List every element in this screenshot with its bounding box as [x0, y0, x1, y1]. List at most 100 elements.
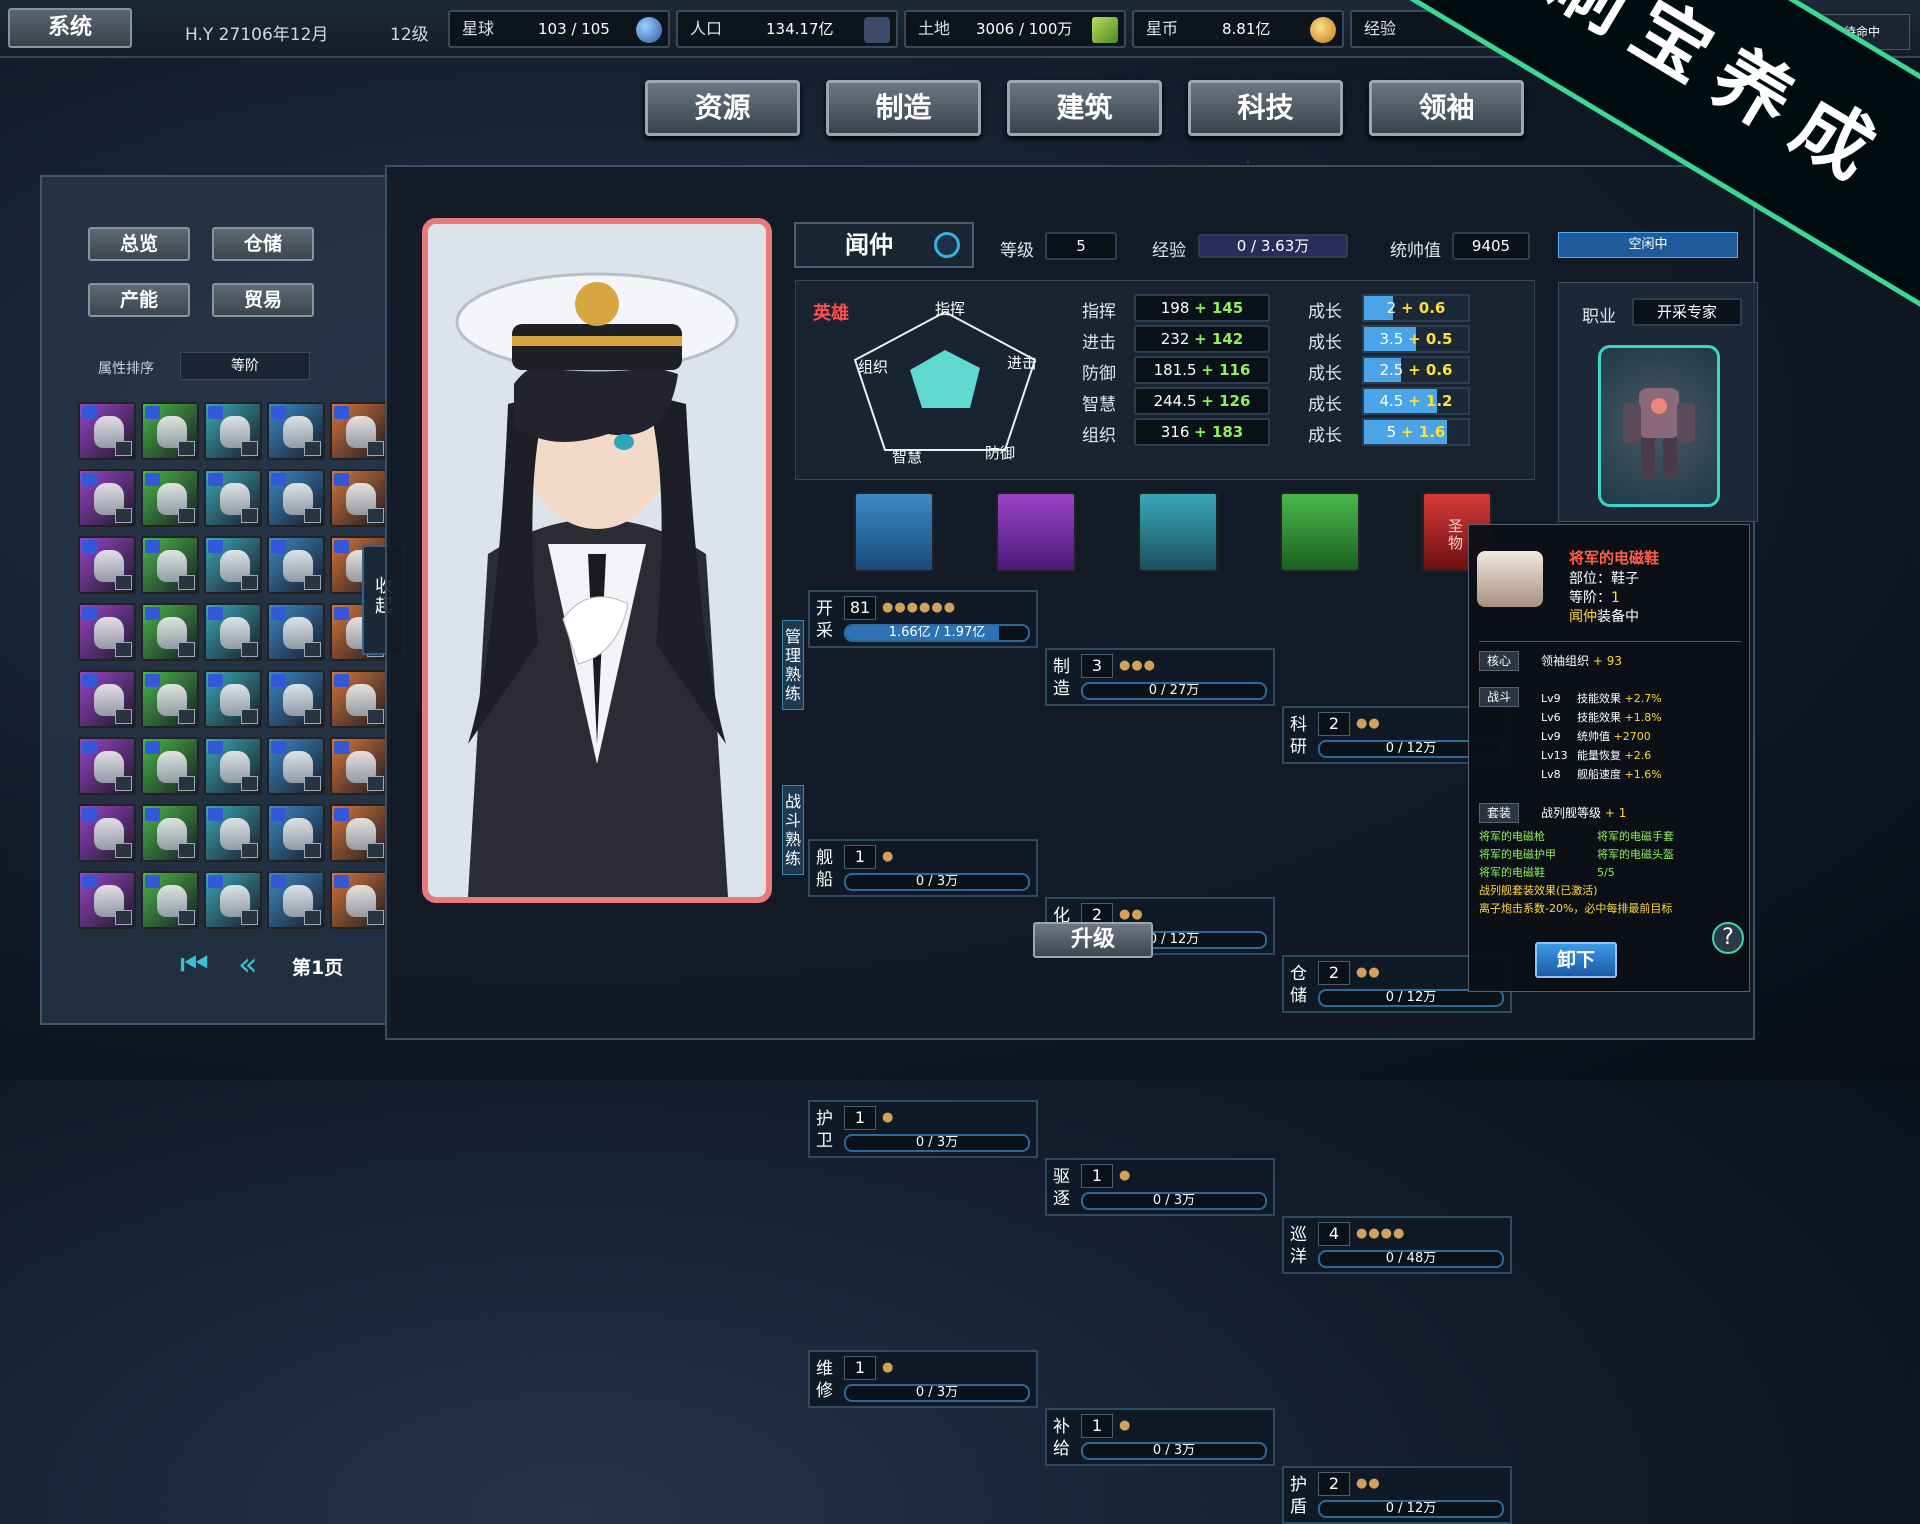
- skill-level: 2: [1318, 1472, 1350, 1496]
- set-attr: 战列舰等级 + 1: [1541, 804, 1626, 823]
- prev-page-icon[interactable]: «: [238, 945, 258, 983]
- skill-card[interactable]: 驱逐 1 ● 0 / 3万: [1045, 1158, 1275, 1216]
- equip-slot-helmet[interactable]: [1280, 492, 1360, 572]
- equip-slot-gun[interactable]: [854, 492, 934, 572]
- growth-value: 2.5 + 0.6: [1364, 358, 1468, 382]
- tab-leader[interactable]: 领袖: [1369, 80, 1524, 136]
- equipped-badge-icon: [271, 406, 286, 419]
- inventory-slot[interactable]: [330, 871, 388, 929]
- settings-gear-icon[interactable]: [934, 232, 960, 258]
- inventory-slot[interactable]: [267, 871, 325, 929]
- inventory-slot[interactable]: [204, 603, 262, 661]
- inventory-slot[interactable]: [330, 402, 388, 460]
- stat-row: 进击 232 + 142 成长 3.5 + 0.5: [1082, 325, 1482, 355]
- skill-name: 舰船: [816, 848, 833, 890]
- inventory-slot[interactable]: [78, 402, 136, 460]
- inventory-slot[interactable]: [267, 670, 325, 728]
- skill-card[interactable]: 开采 81 ●●●●●● 1.66亿 / 1.97亿: [808, 590, 1038, 648]
- inventory-slot[interactable]: [141, 737, 199, 795]
- skill-progress-bar: 0 / 48万: [1318, 1250, 1504, 1268]
- inventory-slot[interactable]: [204, 402, 262, 460]
- level-value: 5: [1045, 232, 1117, 260]
- inventory-slot[interactable]: [78, 469, 136, 527]
- equip-slot-armor[interactable]: [1138, 492, 1218, 572]
- inventory-slot[interactable]: [330, 737, 388, 795]
- skill-card[interactable]: 补给 1 ● 0 / 3万: [1045, 1408, 1275, 1466]
- growth-base: 4.5: [1379, 392, 1409, 410]
- tab-building[interactable]: 建筑: [1007, 80, 1162, 136]
- inventory-slot[interactable]: [78, 804, 136, 862]
- pentagon-label-organize: 组织: [858, 358, 889, 376]
- system-button[interactable]: 系统: [8, 8, 132, 48]
- battle-attr-line: Lv13 能量恢复 +2.6: [1541, 746, 1662, 765]
- stat-base: 232: [1160, 330, 1195, 348]
- inventory-slot[interactable]: [267, 603, 325, 661]
- tooltip-tier-value: 1: [1611, 590, 1620, 606]
- first-page-icon[interactable]: ⏮: [180, 945, 209, 984]
- inventory-slot[interactable]: [204, 670, 262, 728]
- inventory-slot[interactable]: [204, 804, 262, 862]
- inventory-slot[interactable]: [330, 469, 388, 527]
- stat-value: 316 + 183: [1134, 418, 1270, 446]
- skill-card[interactable]: 维修 1 ● 0 / 3万: [808, 1350, 1038, 1408]
- skill-card[interactable]: 护盾 2 ●● 0 / 12万: [1282, 1466, 1512, 1524]
- set-item-3: 将军的电磁护甲: [1479, 848, 1556, 861]
- stat-base: 316: [1160, 423, 1195, 441]
- battle-attr-level: Lv9: [1541, 692, 1561, 705]
- equipped-badge-icon: [208, 406, 223, 419]
- inventory-slot[interactable]: [78, 536, 136, 594]
- inventory-slot[interactable]: [78, 871, 136, 929]
- inventory-slot[interactable]: [141, 670, 199, 728]
- stat-row: 防御 181.5 + 116 成长 2.5 + 0.6: [1082, 356, 1482, 386]
- inventory-slot[interactable]: [141, 402, 199, 460]
- tab-technology[interactable]: 科技: [1188, 80, 1343, 136]
- equipped-badge-icon: [145, 540, 160, 553]
- skill-card[interactable]: 巡洋 4 ●●●● 0 / 48万: [1282, 1216, 1512, 1274]
- inventory-slot[interactable]: [267, 469, 325, 527]
- stat-row: 指挥 198 + 145 成长 2 + 0.6: [1082, 294, 1482, 324]
- inventory-slot[interactable]: [267, 737, 325, 795]
- inventory-slot[interactable]: [267, 402, 325, 460]
- trade-button[interactable]: 贸易: [212, 283, 314, 317]
- inventory-slot[interactable]: [141, 871, 199, 929]
- inventory-slot[interactable]: [330, 804, 388, 862]
- stat-name: 指挥: [1082, 302, 1116, 322]
- inventory-slot[interactable]: [330, 670, 388, 728]
- skill-card[interactable]: 制造 3 ●●● 0 / 27万: [1045, 648, 1275, 706]
- skill-card[interactable]: 护卫 1 ● 0 / 3万: [808, 1100, 1038, 1158]
- storage-button[interactable]: 仓储: [212, 227, 314, 261]
- inventory-slot[interactable]: [204, 871, 262, 929]
- sort-select[interactable]: 等阶: [180, 352, 310, 380]
- battle-attr-value: +1.6%: [1624, 768, 1662, 781]
- growth-label: 成长: [1308, 333, 1342, 353]
- inventory-slot[interactable]: [141, 804, 199, 862]
- inventory-slot[interactable]: [78, 737, 136, 795]
- inventory-slot[interactable]: [267, 536, 325, 594]
- growth-bar: 4.5 + 1.2: [1362, 387, 1470, 415]
- job-value[interactable]: 开采专家: [1632, 298, 1742, 326]
- upgrade-button[interactable]: 升级: [1033, 922, 1153, 958]
- inventory-slot[interactable]: [78, 603, 136, 661]
- unload-button[interactable]: 卸下: [1535, 942, 1617, 978]
- inventory-slot[interactable]: [78, 670, 136, 728]
- inventory-slot[interactable]: [204, 536, 262, 594]
- equip-slot-glove[interactable]: [996, 492, 1076, 572]
- inventory-slot[interactable]: [141, 536, 199, 594]
- overview-button[interactable]: 总览: [88, 227, 190, 261]
- inventory-slot[interactable]: [204, 737, 262, 795]
- coin-icon: [1310, 17, 1336, 43]
- battle-badge-icon: [115, 843, 132, 858]
- tab-manufacture[interactable]: 制造: [826, 80, 981, 136]
- inventory-slot[interactable]: [204, 469, 262, 527]
- inventory-slot[interactable]: [267, 804, 325, 862]
- tab-resources[interactable]: 资源: [645, 80, 800, 136]
- growth-label: 成长: [1308, 364, 1342, 384]
- skill-card[interactable]: 舰船 1 ● 0 / 3万: [808, 839, 1038, 897]
- skill-progress-text: 0 / 12万: [1385, 990, 1437, 1005]
- help-icon[interactable]: ?: [1712, 922, 1744, 954]
- inventory-slot[interactable]: [141, 603, 199, 661]
- inventory-slot[interactable]: [141, 469, 199, 527]
- battle-badge-icon: [178, 508, 195, 523]
- production-button[interactable]: 产能: [88, 283, 190, 317]
- battle-badge-icon: [304, 910, 321, 925]
